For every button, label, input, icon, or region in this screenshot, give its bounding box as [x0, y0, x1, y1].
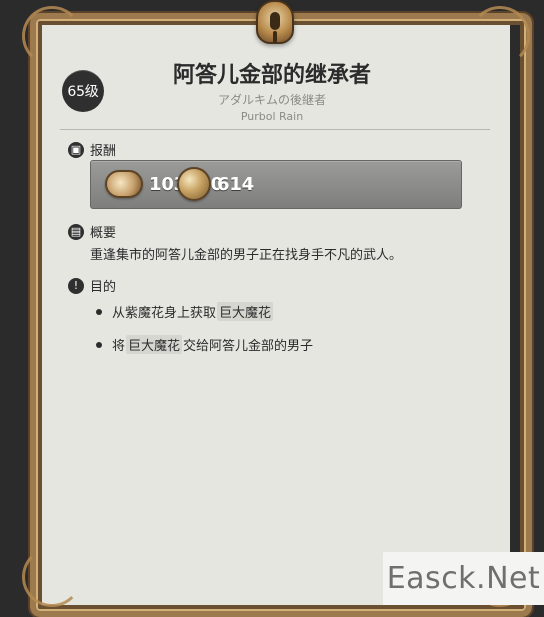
- box-icon: ▣: [68, 141, 84, 158]
- exp-icon: [105, 170, 143, 198]
- book-icon: ▤: [68, 223, 84, 240]
- objective-text-part: 交给阿答儿金部的男子: [183, 339, 314, 354]
- objective-item: 从紫魔花身上获取 巨大魔花: [96, 302, 496, 321]
- objectives-section-label: 目的: [90, 280, 117, 295]
- reward-gil: 614: [177, 167, 254, 201]
- bullet-icon: [96, 341, 102, 348]
- summary-section-label: 概要: [90, 226, 117, 241]
- quest-title: 阿答儿金部的继承者: [172, 63, 371, 88]
- summary-text: 重逢集市的阿答儿金部的男子正在找身手不凡的武人。: [90, 248, 403, 263]
- objective-item: 将 巨大魔花 交给阿答儿金部的男子: [96, 335, 496, 354]
- objective-text-part: 将: [112, 339, 126, 354]
- objective-highlight: 巨大魔花: [126, 335, 183, 354]
- frame-corner-bottom-left: [22, 547, 82, 607]
- objectives-section-header: ! 目的: [68, 276, 116, 295]
- objective-text-part: 从紫魔花身上获取: [112, 306, 217, 321]
- quest-emblem-icon: [256, 0, 294, 44]
- quest-subtitle-english: Purbol Rain: [240, 110, 304, 123]
- objective-highlight: 巨大魔花: [217, 302, 274, 321]
- rewards-panel: 103950 614: [90, 160, 462, 209]
- header-divider: [60, 129, 490, 130]
- watermark: Easck.Net: [383, 552, 544, 605]
- rewards-section-label: 报酬: [90, 144, 117, 159]
- summary-section-header: ▤ 概要: [68, 222, 116, 241]
- exclamation-icon: !: [68, 277, 84, 294]
- quest-card: 65级 阿答儿金部的继承者 アダルキムの後継者 Purbol Rain ▣ 报酬…: [0, 0, 544, 617]
- quest-subtitle-japanese: アダルキムの後継者: [217, 93, 326, 107]
- objectives-list: 从紫魔花身上获取 巨大魔花 将 巨大魔花 交给阿答儿金部的男子: [96, 302, 496, 368]
- bullet-icon: [96, 308, 102, 315]
- reward-gil-value: 614: [217, 173, 254, 195]
- rewards-section-header: ▣ 报酬: [68, 140, 116, 159]
- gil-coin-icon: [177, 167, 211, 201]
